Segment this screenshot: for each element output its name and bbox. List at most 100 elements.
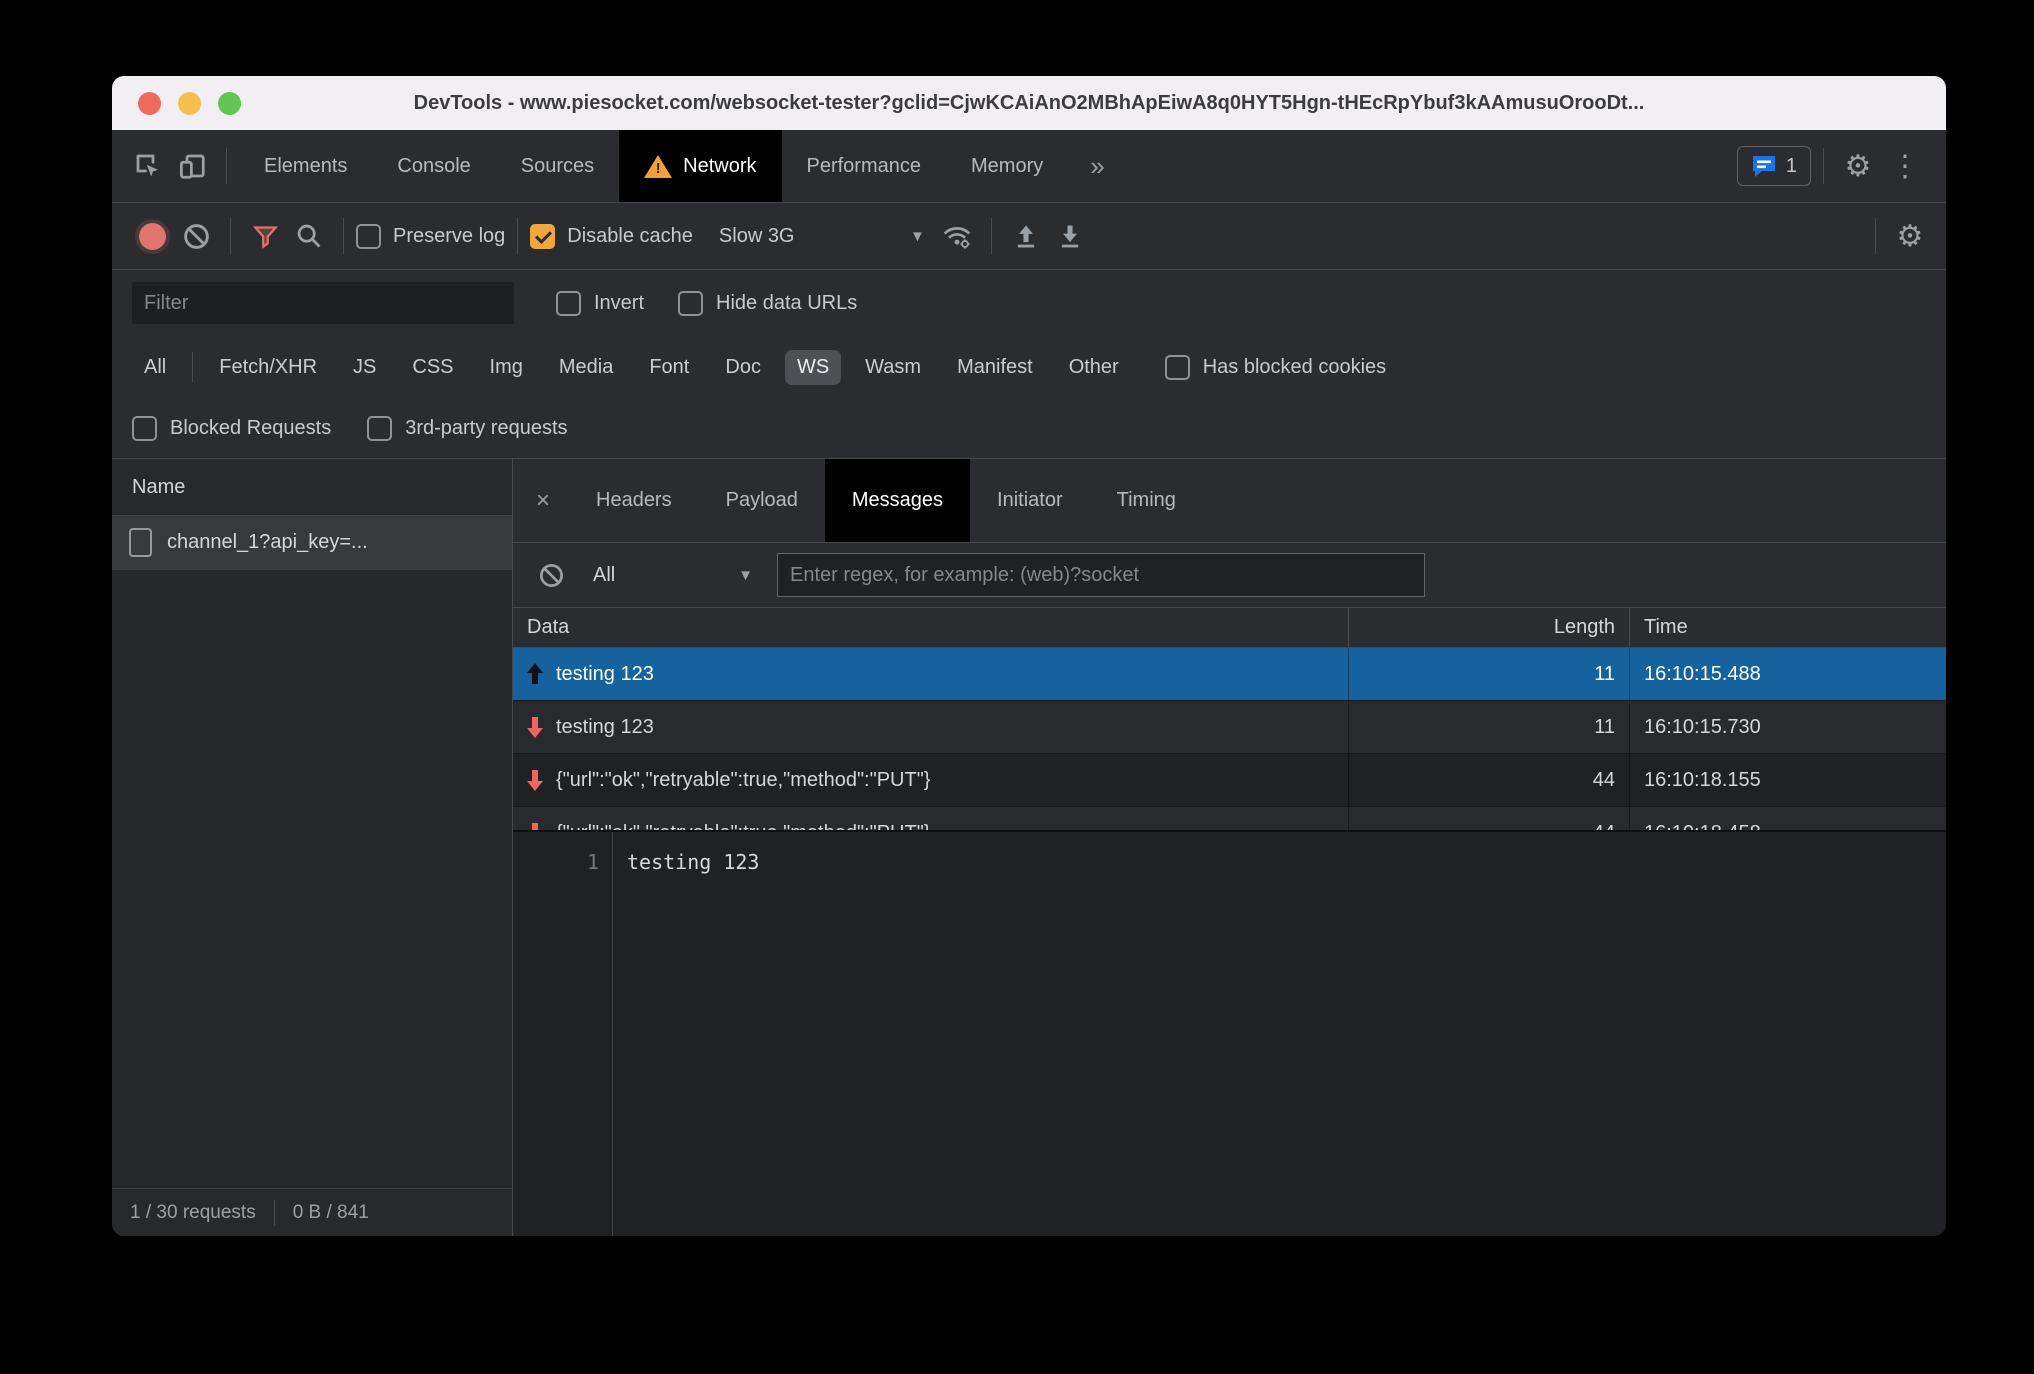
search-icon[interactable] bbox=[287, 214, 331, 258]
main-panel-tab-label: Console bbox=[397, 154, 471, 177]
network-conditions-icon[interactable] bbox=[935, 214, 979, 258]
type-filter-chip[interactable]: Fetch/XHR bbox=[207, 350, 329, 385]
detail-tab-label: Payload bbox=[725, 489, 798, 511]
detail-tab[interactable]: Payload bbox=[699, 459, 825, 542]
main-panel-tab[interactable]: Sources bbox=[496, 130, 619, 202]
has-blocked-cookies-checkbox[interactable] bbox=[1164, 354, 1190, 380]
messages-table: Data Length Time testing 123 11 16:10:15… bbox=[513, 608, 1946, 830]
message-length: 11 bbox=[1349, 701, 1630, 753]
transferred-size: 0 B / 841 bbox=[292, 1201, 369, 1223]
request-row[interactable]: channel_1?api_key=... bbox=[112, 516, 512, 570]
issues-badge[interactable]: 1 bbox=[1736, 146, 1811, 186]
message-preview: 1 testing 123 bbox=[513, 830, 1946, 1236]
close-window-button[interactable] bbox=[138, 91, 161, 115]
type-filter-chip[interactable]: Manifest bbox=[945, 350, 1045, 385]
toolbar-divider bbox=[1875, 218, 1876, 254]
main-panel-tab[interactable]: Network bbox=[619, 130, 782, 202]
message-row[interactable]: {"url":"ok","retryable":true,"method":"P… bbox=[513, 807, 1946, 830]
clear-icon[interactable] bbox=[174, 214, 218, 258]
message-row[interactable]: testing 123 11 16:10:15.730 bbox=[513, 701, 1946, 754]
window-title: DevTools - www.piesocket.com/websocket-t… bbox=[413, 91, 1645, 114]
main-panel-tab[interactable]: Elements bbox=[239, 130, 372, 202]
disable-cache-checkbox[interactable] bbox=[530, 223, 556, 249]
detail-tab-label: Initiator bbox=[997, 489, 1063, 511]
invert-checkbox[interactable] bbox=[556, 290, 581, 316]
kebab-menu-icon[interactable]: ⋮ bbox=[1880, 149, 1930, 184]
clear-messages-icon[interactable] bbox=[529, 553, 573, 597]
type-filter-label: Manifest bbox=[957, 355, 1033, 378]
toolbar-divider bbox=[517, 218, 519, 254]
zoom-window-button[interactable] bbox=[218, 91, 241, 115]
message-direction-icon bbox=[527, 769, 543, 791]
column-header-length[interactable]: Length bbox=[1349, 608, 1630, 647]
column-header-data[interactable]: Data bbox=[513, 608, 1349, 647]
main-panel-tab[interactable]: Performance bbox=[782, 130, 947, 202]
third-party-requests-checkbox[interactable] bbox=[367, 415, 393, 441]
requests-name-header[interactable]: Name bbox=[112, 459, 512, 516]
devtools-window: DevTools - www.piesocket.com/websocket-t… bbox=[112, 76, 1946, 1236]
third-party-requests-label: 3rd-party requests bbox=[405, 416, 568, 439]
preserve-log-label: Preserve log bbox=[393, 224, 506, 247]
detail-tab[interactable]: Initiator bbox=[970, 459, 1090, 542]
main-toolbar: Elements Console Sources Network bbox=[112, 130, 1946, 203]
requests-status-bar: 1 / 30 requests 0 B / 841 bbox=[112, 1188, 512, 1236]
message-time: 16:10:18.458 bbox=[1630, 807, 1946, 831]
chevron-down-icon: ▼ bbox=[910, 227, 925, 245]
message-row[interactable]: testing 123 11 16:10:15.488 bbox=[513, 648, 1946, 701]
inspect-element-icon[interactable] bbox=[126, 144, 170, 188]
import-har-icon[interactable] bbox=[1004, 214, 1048, 258]
chip-divider bbox=[192, 352, 194, 382]
toolbar-divider bbox=[226, 148, 227, 184]
type-filter-chip[interactable]: Doc bbox=[713, 350, 773, 385]
toolbar-right-group: 1 ⚙ ⋮ bbox=[1736, 144, 1946, 188]
detail-tab[interactable]: Messages bbox=[824, 459, 971, 542]
message-row[interactable]: {"url":"ok","retryable":true,"method":"P… bbox=[513, 754, 1946, 807]
preserve-log-checkbox[interactable] bbox=[356, 223, 381, 249]
type-filter-all[interactable]: All bbox=[132, 350, 178, 385]
type-filter-chip[interactable]: WS bbox=[784, 349, 842, 385]
detail-tab[interactable]: Headers bbox=[569, 459, 699, 542]
requests-panel: Name channel_1?api_key=... 1 / 30 reques… bbox=[112, 459, 513, 1236]
main-panel-tab-label: Performance bbox=[806, 154, 922, 177]
type-filter-chip[interactable]: Wasm bbox=[853, 350, 933, 385]
blocked-requests-checkbox[interactable] bbox=[132, 415, 157, 441]
detail-tab-label: Headers bbox=[596, 489, 672, 511]
hide-data-urls-label: Hide data URLs bbox=[716, 291, 858, 314]
type-filter-chip[interactable]: Img bbox=[478, 350, 535, 385]
message-length: 44 bbox=[1349, 754, 1630, 806]
settings-gear-icon[interactable]: ⚙ bbox=[1836, 144, 1880, 188]
toolbar-divider bbox=[990, 218, 992, 254]
throttling-value: Slow 3G bbox=[718, 224, 795, 247]
filter-icon[interactable] bbox=[243, 214, 287, 258]
message-type-select[interactable]: All ▼ bbox=[583, 564, 763, 587]
main-panel-tab[interactable]: Console bbox=[372, 130, 495, 202]
type-filter-chip[interactable]: Font bbox=[637, 350, 701, 385]
message-length: 11 bbox=[1349, 648, 1630, 700]
type-filter-label: Font bbox=[649, 355, 690, 378]
message-preview-content[interactable]: testing 123 bbox=[613, 832, 759, 1236]
message-direction-icon bbox=[527, 822, 543, 830]
filter-input[interactable] bbox=[132, 282, 514, 324]
type-filter-chip[interactable]: JS bbox=[341, 350, 388, 385]
traffic-lights bbox=[138, 76, 241, 130]
network-content: Name channel_1?api_key=... 1 / 30 reques… bbox=[112, 459, 1946, 1236]
toolbar-divider bbox=[1823, 148, 1824, 184]
message-time: 16:10:15.730 bbox=[1644, 715, 1761, 738]
network-settings-gear-icon[interactable]: ⚙ bbox=[1888, 214, 1932, 258]
type-filter-chip[interactable]: Media bbox=[547, 350, 625, 385]
close-icon[interactable]: × bbox=[517, 487, 569, 515]
minimize-window-button[interactable] bbox=[178, 91, 201, 115]
message-regex-input[interactable] bbox=[777, 553, 1425, 597]
export-har-icon[interactable] bbox=[1048, 214, 1092, 258]
record-icon[interactable] bbox=[130, 214, 174, 258]
type-filter-chip[interactable]: CSS bbox=[400, 350, 465, 385]
detail-tab[interactable]: Timing bbox=[1090, 459, 1203, 542]
device-toolbar-icon[interactable] bbox=[170, 144, 214, 188]
type-filter-chip[interactable]: Other bbox=[1057, 350, 1131, 385]
hide-data-urls-checkbox[interactable] bbox=[678, 290, 704, 316]
messages-table-header: Data Length Time bbox=[513, 608, 1946, 648]
column-header-time[interactable]: Time bbox=[1630, 608, 1946, 647]
more-tabs-icon[interactable]: » bbox=[1068, 151, 1126, 182]
main-panel-tab[interactable]: Memory bbox=[946, 130, 1068, 202]
throttling-select[interactable]: Slow 3G ▼ bbox=[719, 225, 925, 248]
